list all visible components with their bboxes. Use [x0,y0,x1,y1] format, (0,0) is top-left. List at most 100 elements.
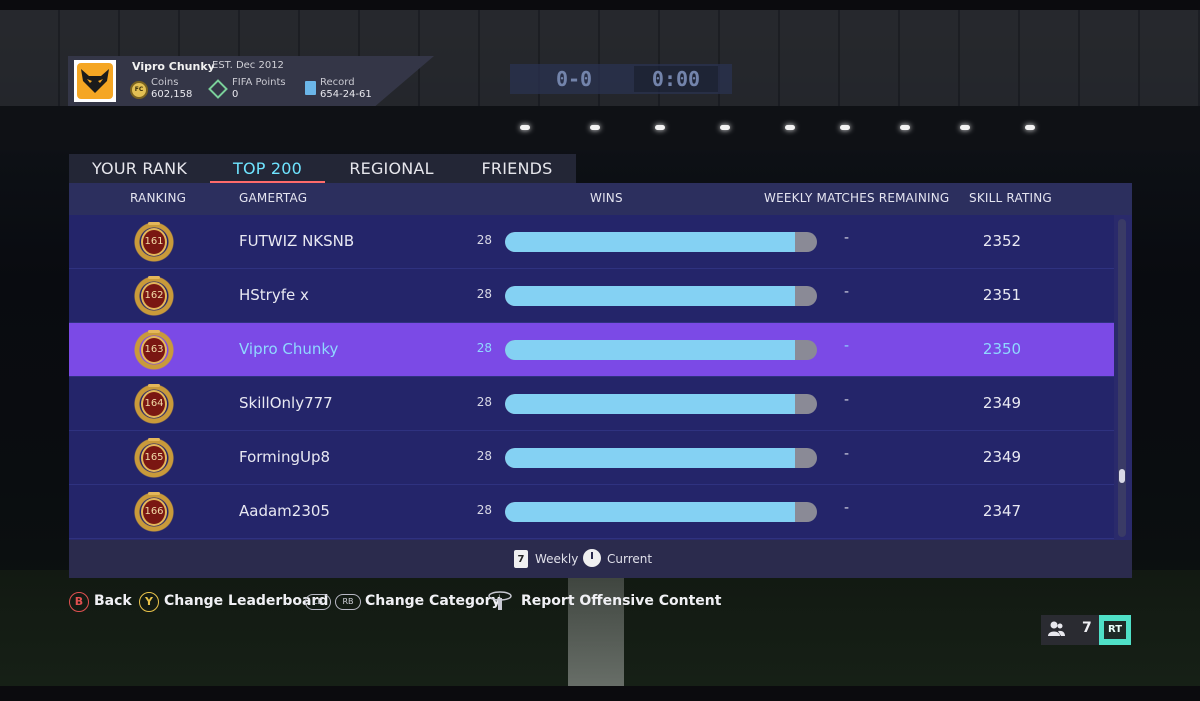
fifa-points-value: 0 [232,89,239,100]
header-gamertag: GAMERTAG [239,191,308,205]
header-ranking: RANKING [130,191,187,205]
profile-established: EST. Dec 2012 [212,60,284,71]
rank-number: 162 [144,290,164,301]
gamertag: SkillOnly777 [239,394,333,412]
wins-count: 28 [476,341,492,355]
table-row[interactable]: 165 FormingUp8 28 - 2349 [69,431,1114,485]
stadium-light [655,125,665,130]
stadium-light [590,125,600,130]
left-stick-icon[interactable]: L [487,590,513,612]
stadium-light [520,125,530,130]
current-label[interactable]: Current [607,552,652,566]
stadium-roof [0,106,1200,150]
back-label[interactable]: Back [94,593,132,609]
table-row[interactable]: 166 Aadam2305 28 - 2347 [69,485,1114,539]
scoreboard-clock: 0:00 [634,66,718,92]
gamertag: HStryfe x [239,286,309,304]
header-wins: WINS [590,191,623,205]
report-offensive-content-label[interactable]: Report Offensive Content [521,593,721,609]
stadium-light [840,125,850,130]
record-label: Record [320,77,355,88]
leaderboard-table: RANKING GAMERTAG WINS WEEKLY MATCHES REM… [69,183,1132,578]
wins-bar [505,232,817,252]
wins-count: 28 [476,395,492,409]
gamertag: FormingUp8 [239,448,331,466]
rank-medal-icon: 162 [132,274,176,318]
stadium-light [1025,125,1035,130]
friends-count: 7 [1082,620,1092,636]
b-button-icon[interactable]: B [69,592,89,612]
rank-number: 164 [144,398,164,409]
rank-medal-icon: 163 [132,328,176,372]
skill-rating: 2350 [982,340,1022,358]
table-header: RANKING GAMERTAG WINS WEEKLY MATCHES REM… [69,183,1132,215]
weekly-remaining: - [843,446,850,462]
wins-count: 28 [476,503,492,517]
rank-medal-icon: 164 [132,382,176,426]
rt-button-icon[interactable]: RT [1099,615,1131,645]
skill-rating: 2349 [982,448,1022,466]
y-button-icon[interactable]: Y [139,592,159,612]
weekly-remaining: - [843,500,850,516]
skill-rating: 2349 [982,394,1022,412]
calendar-icon: 7 [514,550,528,568]
rank-number: 166 [144,506,164,517]
rb-button-icon[interactable]: RB [335,594,361,610]
table-row[interactable]: 161 FUTWIZ NKSNB 28 - 2352 [69,215,1114,269]
lb-button-icon[interactable]: LB [305,594,331,610]
leaderboard-tabs: YOUR RANK TOP 200 REGIONAL FRIENDS [69,154,576,183]
rank-medal-icon: 161 [132,220,176,264]
wins-bar [505,502,817,522]
weekly-remaining: - [843,338,850,354]
wins-count: 28 [476,449,492,463]
coins-label: Coins [151,77,179,88]
profile-name: Vipro Chunky [132,60,215,73]
rank-number: 163 [144,344,164,355]
tab-friends[interactable]: FRIENDS [458,154,576,183]
table-scroll-thumb[interactable] [1119,469,1125,483]
weekly-remaining: - [843,392,850,408]
stadium-light [900,125,910,130]
clock-icon [583,549,601,567]
change-category-label[interactable]: Change Category [365,593,501,609]
table-row[interactable]: 162 HStryfe x 28 - 2351 [69,269,1114,323]
bottom-frame [0,686,1200,701]
stadium-light [960,125,970,130]
fifa-points-label: FIFA Points [232,77,286,88]
skill-rating: 2351 [982,286,1022,304]
gamertag: FUTWIZ NKSNB [239,232,355,250]
rank-number: 165 [144,452,164,463]
stadium-scoreboard: 0-0 0:00 [510,64,732,94]
wins-bar [505,394,817,414]
friends-icon [1048,621,1065,636]
tab-top-200[interactable]: TOP 200 [210,154,325,183]
table-row-selected[interactable]: 163 Vipro Chunky 28 - 2350 [69,323,1114,377]
wins-bar [505,448,817,468]
tab-regional[interactable]: REGIONAL [325,154,458,183]
table-scrollbar[interactable] [1118,219,1126,537]
weekly-remaining: - [843,230,850,246]
tab-your-rank[interactable]: YOUR RANK [69,154,210,183]
change-leaderboard-label[interactable]: Change Leaderboard [164,593,328,609]
gamertag: Vipro Chunky [239,340,339,358]
stadium-light [720,125,730,130]
club-badge-wolf-icon [74,60,116,102]
scoreboard-score: 0-0 [555,67,593,91]
table-row[interactable]: 164 SkillOnly777 28 - 2349 [69,377,1114,431]
skill-rating: 2347 [982,502,1022,520]
wins-count: 28 [476,287,492,301]
weekly-label[interactable]: Weekly [535,552,578,566]
wins-bar [505,286,817,306]
skill-rating: 2352 [982,232,1022,250]
wins-count: 28 [476,233,492,247]
stadium-light [785,125,795,130]
table-rows: 161 FUTWIZ NKSNB 28 - 2352 162 HStryfe x… [69,215,1114,540]
weekly-remaining: - [843,284,850,300]
rank-medal-icon: 166 [132,490,176,534]
top-frame [0,0,1200,10]
pitch-line [568,570,624,686]
wins-bar [505,340,817,360]
gamertag: Aadam2305 [239,502,330,520]
rank-medal-icon: 165 [132,436,176,480]
coins-value: 602,158 [151,89,193,100]
